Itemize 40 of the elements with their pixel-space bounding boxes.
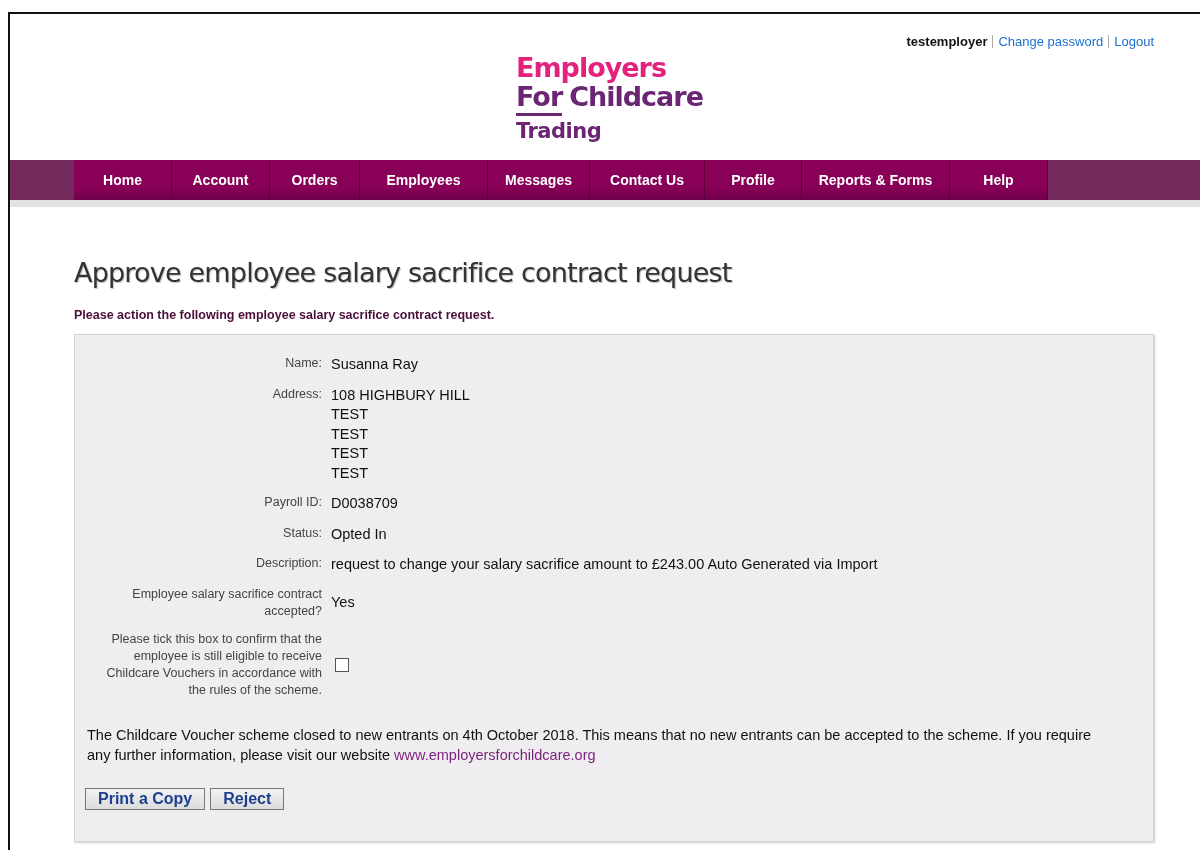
field-value: TEST [331, 405, 370, 424]
field-label: Payroll ID: [263, 494, 322, 511]
action-button[interactable]: Print a Copy [85, 787, 206, 810]
field-value: Yes [331, 592, 356, 612]
nav-item[interactable]: Home [74, 160, 172, 200]
header-link[interactable]: Logout [1114, 34, 1154, 49]
nav-item[interactable]: Orders [270, 160, 360, 200]
field-value: Susanna Ray [331, 355, 420, 374]
nav-item[interactable]: Reports & Forms [802, 160, 950, 200]
nav-item[interactable]: Help [950, 160, 1048, 200]
field-value: D0038709 [331, 494, 399, 513]
field-label: Employee salary sacrifice contract accepted? [131, 585, 322, 620]
notice-text: The Childcare Voucher scheme closed to new entrants on 4th October 2018. This means that no new entrants can be accepted to the scheme. If you require any further information, please visit our website www.employersforchildcare.org [87, 725, 1093, 765]
field-value: request to change your salary sacrifice amount to £243.00 Auto Generated via Import [331, 555, 879, 574]
username: testemployer [906, 34, 988, 49]
field-label: Please tick this box to confirm that the employee is still eligible to receive Childcare Vouchers in accordance with the rules of the scheme. [105, 630, 322, 699]
nav-item[interactable]: Account [172, 160, 270, 200]
header-link[interactable]: Change password [998, 34, 1104, 49]
nav-item[interactable]: Profile [705, 160, 802, 200]
field-value: Opted In [331, 524, 388, 544]
field-value: TEST [331, 444, 370, 463]
logo-text: For [516, 83, 563, 116]
field-label: Address: [271, 385, 322, 403]
field-value: 108 HIGHBURY HILL [331, 385, 471, 405]
logo-text: Childcare [569, 83, 703, 114]
field-value: TEST [331, 463, 370, 483]
checkbox[interactable] [335, 657, 349, 672]
action-button[interactable]: Reject [210, 787, 285, 810]
page-subtitle: Please action the following employee salary sacrifice contract request. [74, 308, 496, 322]
logo-text: Trading [516, 121, 603, 142]
field-value: TEST [331, 424, 370, 444]
page-title: Approve employee salary sacrifice contract request [74, 257, 733, 288]
logo-text: Employers [516, 54, 667, 81]
nav-item[interactable]: Messages [488, 160, 590, 200]
field-label: Name: [284, 355, 322, 372]
website-link[interactable]: www.employersforchildcare.org [394, 746, 596, 763]
nav-item[interactable]: Contact Us [590, 160, 705, 200]
field-label: Status: [282, 524, 322, 542]
nav-item[interactable]: Employees [360, 160, 488, 200]
field-label: Description: [255, 555, 322, 572]
